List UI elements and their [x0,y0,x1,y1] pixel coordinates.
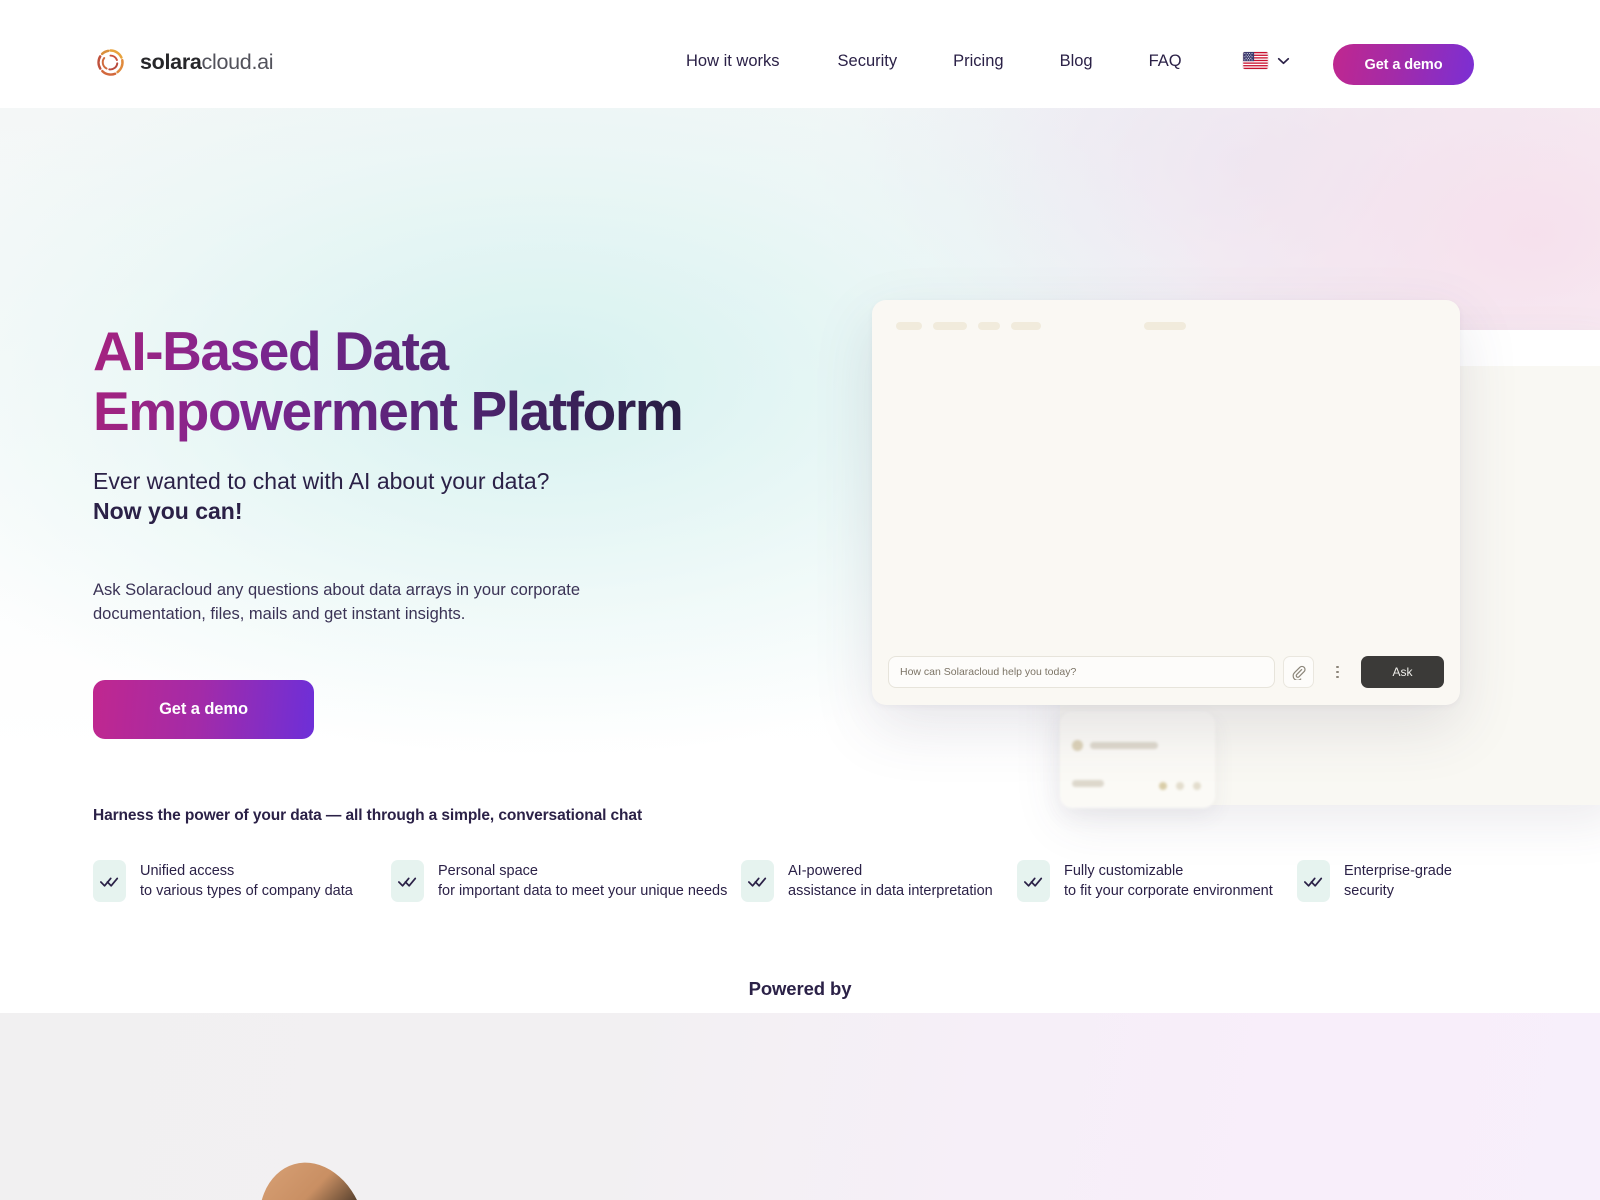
decorative-photo-edge [244,1149,376,1200]
hero-subtitle: Ever wanted to chat with AI about your d… [93,466,549,527]
background-panel-row [1072,740,1158,751]
nav-item-blog[interactable]: Blog [1060,52,1093,71]
double-check-icon [741,860,774,902]
powered-by-heading: Powered by [748,978,852,999]
hero-get-demo-button[interactable]: Get a demo [93,680,314,739]
feature-text: Fully customizable to fit your corporate… [1064,861,1273,901]
feature-strong: Enterprise-grade [1344,863,1452,879]
chat-preview-card: Ask [872,300,1460,705]
chat-more-options-button[interactable] [1322,656,1353,688]
background-bar [1090,742,1158,749]
features-list: Unified access to various types of compa… [93,860,1523,902]
hero-subtitle-line-2: Now you can! [93,498,243,525]
attach-file-button[interactable] [1283,656,1314,688]
feature-text: Personal space for important data to mee… [438,861,727,901]
brand-name-light: cloud.ai [201,50,274,74]
chat-placeholder-lines [896,322,1186,330]
language-selector[interactable] [1243,52,1290,69]
feature-item: Fully customizable to fit your corporate… [1017,860,1297,902]
feature-text: Unified access to various types of compa… [140,861,353,901]
paperclip-icon [1292,665,1306,680]
background-dot-group [1159,782,1201,790]
feature-item: Enterprise-grade security [1297,860,1517,902]
feature-strong: AI-powered [788,863,863,879]
feature-strong: Personal space [438,863,538,879]
background-panel-row [1072,780,1104,787]
double-check-icon [93,860,126,902]
chevron-down-icon [1277,57,1290,64]
nav-item-security[interactable]: Security [838,52,898,71]
hero-subtitle-line-1: Ever wanted to chat with AI about your d… [93,468,550,494]
primary-nav: How it works Security Pricing Blog FAQ [686,52,1182,71]
feature-item: AI-powered assistance in data interpreta… [741,860,1017,902]
feature-rest: assistance in data interpretation [788,883,993,899]
us-flag-icon [1243,52,1268,69]
header-get-demo-button[interactable]: Get a demo [1333,44,1474,85]
feature-text: AI-powered assistance in data interpreta… [788,861,993,901]
feature-rest: security [1344,883,1394,899]
nav-item-how-it-works[interactable]: How it works [686,52,780,71]
next-section-strip [0,1013,1600,1200]
background-bar [1072,780,1104,787]
hero-section: Ask AI-Based Data Empowerment Platform E… [0,108,1600,1013]
nav-item-faq[interactable]: FAQ [1149,52,1182,71]
brand-wordmark: solaracloud.ai [140,50,274,75]
feature-strong: Unified access [140,863,235,879]
background-dot [1072,740,1083,751]
page-title: AI-Based Data Empowerment Platform [93,322,813,442]
feature-item: Unified access to various types of compa… [93,860,391,902]
feature-strong: Fully customizable [1064,863,1184,879]
hero-title-line-2: Empowerment Platform [93,379,683,442]
double-check-icon [391,860,424,902]
brand-logo[interactable]: solaracloud.ai [94,46,274,79]
feature-rest: to fit your corporate environment [1064,883,1273,899]
features-heading: Harness the power of your data — all thr… [93,807,643,824]
feature-item: Personal space for important data to mee… [391,860,741,902]
double-check-icon [1017,860,1050,902]
feature-text: Enterprise-grade security [1344,861,1452,901]
site-header: solaracloud.ai How it works Security Pri… [0,0,1600,108]
feature-rest: to various types of company data [140,883,353,899]
double-check-icon [1297,860,1330,902]
more-vertical-icon [1336,665,1339,679]
solar-swirl-icon [97,49,124,76]
background-panel-small [1060,712,1215,808]
hero-paragraph: Ask Solaracloud any questions about data… [93,581,581,623]
feature-rest: for important data to meet your unique n… [438,883,728,899]
nav-item-pricing[interactable]: Pricing [953,52,1003,71]
landing-page: solaracloud.ai How it works Security Pri… [0,0,1600,1200]
ask-button[interactable]: Ask [1361,656,1444,688]
chat-input[interactable] [888,656,1275,688]
hero-title-line-1: AI-Based Data [93,320,448,382]
brand-name-bold: solara [140,50,202,74]
chat-composer: Ask [888,656,1444,688]
